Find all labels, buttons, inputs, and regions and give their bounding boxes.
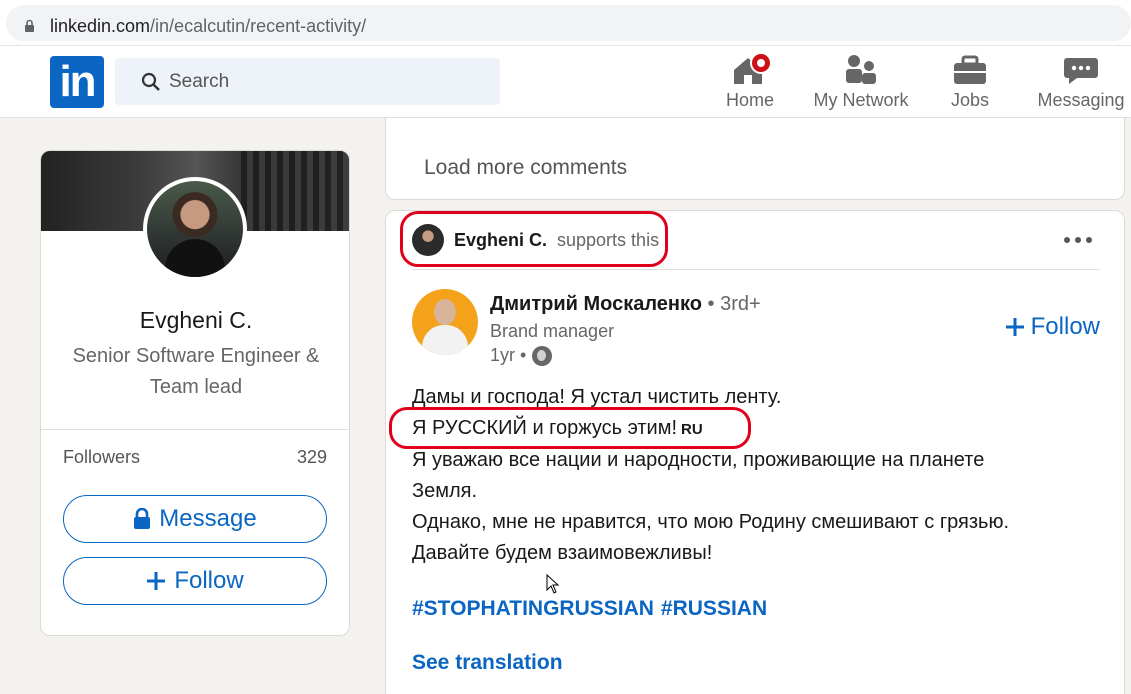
message-button-label: Message: [159, 505, 257, 532]
nav-home[interactable]: Home: [720, 52, 780, 111]
author-headline: Brand manager: [490, 321, 615, 341]
nav-jobs[interactable]: Jobs: [942, 52, 998, 111]
dot-icon: [1064, 237, 1070, 243]
plus-icon: [147, 572, 166, 590]
follow-author-button[interactable]: Follow: [1005, 313, 1100, 341]
post-timestamp: 1yr •: [490, 345, 553, 366]
message-button[interactable]: Message: [63, 495, 327, 543]
search-icon: [141, 72, 160, 91]
divider: [41, 429, 349, 430]
network-icon: [846, 55, 876, 84]
post-line: Я уважаю все нации и народности, прожива…: [412, 449, 985, 471]
profile-name[interactable]: Evgheni C.: [41, 307, 349, 334]
profile-avatar[interactable]: [143, 177, 247, 281]
author-avatar[interactable]: [412, 289, 478, 355]
follow-profile-label: Follow: [174, 567, 244, 594]
hashtags: #STOPHATINGRUSSIAN #RUSSIAN: [412, 597, 767, 621]
dot-icon: [1086, 237, 1092, 243]
divider: [412, 269, 1100, 270]
author-name[interactable]: Дмитрий Москаленко • 3rd+: [490, 293, 761, 316]
messaging-icon: [1064, 58, 1098, 84]
profile-card: Evgheni C. Senior Software Engineer & Te…: [40, 150, 350, 636]
search-bar[interactable]: [115, 58, 500, 105]
nav-messaging[interactable]: Messaging: [1034, 52, 1128, 111]
url-text: linkedin.com/in/ecalcutin/recent-activit…: [50, 16, 367, 36]
nav-my-network-label: My Network: [813, 90, 909, 110]
feed-post: Evgheni C. supports this Дмитрий Москале…: [385, 210, 1125, 694]
more-options-button[interactable]: [1060, 231, 1096, 249]
profile-headline: Senior Software Engineer & Team lead: [72, 345, 320, 398]
browser-address-bar: linkedin.com/in/ecalcutin/recent-activit…: [0, 0, 1131, 46]
url-field[interactable]: linkedin.com/in/ecalcutin/recent-activit…: [6, 5, 1131, 41]
plus-icon: [1005, 318, 1024, 336]
hashtag-link[interactable]: #STOPHATINGRUSSIAN: [412, 597, 654, 621]
followers-count: 329: [296, 447, 327, 467]
lock-icon: [134, 508, 151, 529]
globe-icon: [532, 345, 553, 366]
post-line: Однако, мне не нравится, что мою Родину …: [412, 511, 1010, 533]
mouse-cursor-icon: [546, 574, 560, 594]
top-navigation: in Home My Network Jobs Messaging: [0, 46, 1131, 118]
nav-my-network[interactable]: My Network: [808, 52, 914, 111]
nav-jobs-label: Jobs: [950, 90, 990, 110]
follow-author-label: Follow: [1030, 313, 1100, 340]
post-line: Земля.: [412, 480, 478, 502]
load-more-comments-button[interactable]: Load more comments: [424, 156, 627, 180]
annotation-highlight: [389, 407, 751, 449]
followers-label: Followers: [63, 447, 141, 467]
nav-home-label: Home: [725, 90, 774, 110]
hashtag-link[interactable]: #RUSSIAN: [661, 597, 767, 621]
comments-card: Load more comments: [385, 118, 1125, 200]
see-translation-button[interactable]: See translation: [412, 651, 563, 675]
connection-degree: • 3rd+: [707, 293, 761, 315]
search-input[interactable]: [169, 68, 469, 96]
lock-icon: [25, 19, 34, 32]
dot-icon: [1075, 237, 1081, 243]
linkedin-logo[interactable]: in: [50, 56, 104, 108]
follow-profile-button[interactable]: Follow: [63, 557, 327, 605]
annotation-highlight: [400, 211, 668, 267]
briefcase-icon: [954, 55, 986, 84]
notification-badge: [750, 52, 772, 74]
post-line: Давайте будем взаимовежливы!: [412, 542, 713, 564]
nav-messaging-label: Messaging: [1037, 90, 1125, 110]
